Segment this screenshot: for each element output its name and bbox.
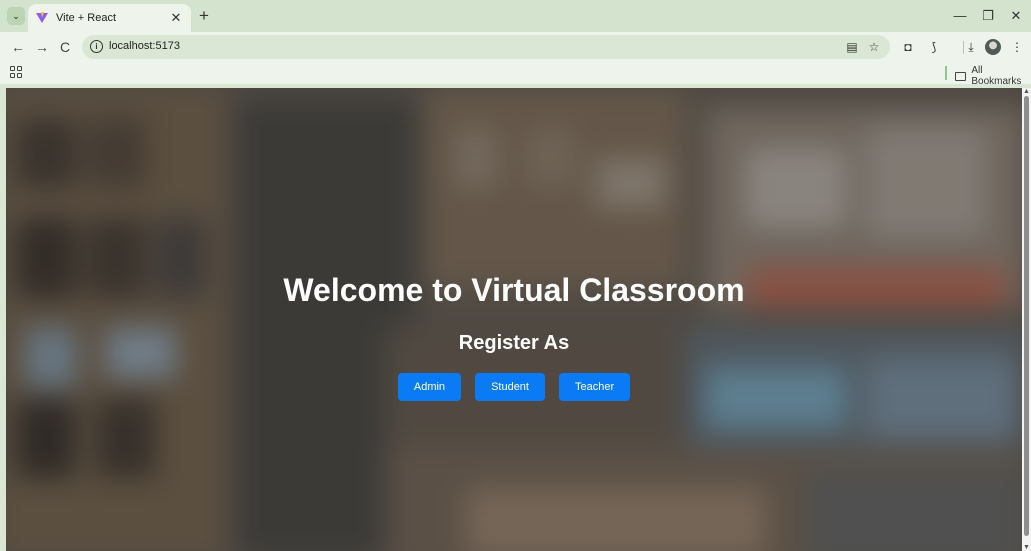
register-heading: Register As bbox=[458, 332, 570, 354]
scroll-thumb[interactable] bbox=[1024, 96, 1029, 536]
all-bookmarks-label: All Bookmarks bbox=[971, 65, 1022, 87]
page-title: Welcome to Virtual Classroom bbox=[283, 272, 745, 308]
url-text: localhost:5173 bbox=[109, 40, 180, 52]
new-tab-button[interactable]: + bbox=[194, 6, 214, 26]
back-icon[interactable]: ← bbox=[8, 37, 28, 57]
menu-icon[interactable]: ⋮ bbox=[1008, 38, 1026, 56]
minimize-button[interactable]: — bbox=[950, 7, 970, 25]
active-tab[interactable]: Vite + React ✕ bbox=[28, 4, 191, 32]
page-viewport: Welcome to Virtual Classroom Register As… bbox=[6, 88, 1022, 551]
role-button-group: Admin Student Teacher bbox=[6, 373, 1022, 401]
vite-logo-icon bbox=[36, 12, 48, 23]
translate-icon[interactable]: ▤ bbox=[844, 39, 860, 55]
screenshot-icon[interactable]: ◘ bbox=[899, 38, 917, 56]
folder-icon bbox=[955, 71, 967, 81]
all-bookmarks-button[interactable]: All Bookmarks bbox=[955, 65, 1031, 87]
student-button[interactable]: Student bbox=[475, 373, 545, 401]
tab-close-icon[interactable]: ✕ bbox=[169, 10, 183, 26]
tab-strip: ⌄ Vite + React ✕ + — ❐ ✕ bbox=[0, 0, 1031, 32]
restore-button[interactable]: ❐ bbox=[978, 7, 998, 25]
address-bar[interactable]: i localhost:5173 ▤ ☆ bbox=[82, 35, 890, 59]
bookmark-star-icon[interactable]: ☆ bbox=[866, 39, 882, 55]
extensions-icon[interactable]: ⟆ bbox=[925, 38, 943, 56]
apps-grid-icon[interactable] bbox=[10, 66, 22, 78]
hero-section: Welcome to Virtual Classroom Register As… bbox=[6, 88, 1022, 551]
teacher-button[interactable]: Teacher bbox=[558, 373, 631, 401]
close-window-button[interactable]: ✕ bbox=[1006, 7, 1026, 25]
site-info-icon[interactable]: i bbox=[90, 40, 103, 53]
tab-search-button[interactable]: ⌄ bbox=[7, 7, 25, 25]
forward-icon[interactable]: → bbox=[32, 37, 52, 57]
bookmarks-divider bbox=[945, 66, 947, 80]
page-scrollbar[interactable]: ▲ ▼ bbox=[1022, 88, 1031, 551]
reload-icon[interactable]: C bbox=[55, 37, 75, 57]
tab-title: Vite + React bbox=[56, 12, 117, 24]
admin-button[interactable]: Admin bbox=[397, 373, 462, 401]
scroll-down-arrow[interactable]: ▼ bbox=[1023, 544, 1030, 551]
profile-avatar[interactable] bbox=[985, 39, 1001, 55]
browser-toolbar: ← → C i localhost:5173 ▤ ☆ ◘ ⟆ ⤓ ⋮ bbox=[0, 32, 1031, 62]
download-icon[interactable]: ⤓ bbox=[962, 38, 980, 56]
scroll-up-arrow[interactable]: ▲ bbox=[1023, 88, 1030, 95]
bookmarks-bar: All Bookmarks bbox=[0, 62, 1031, 87]
